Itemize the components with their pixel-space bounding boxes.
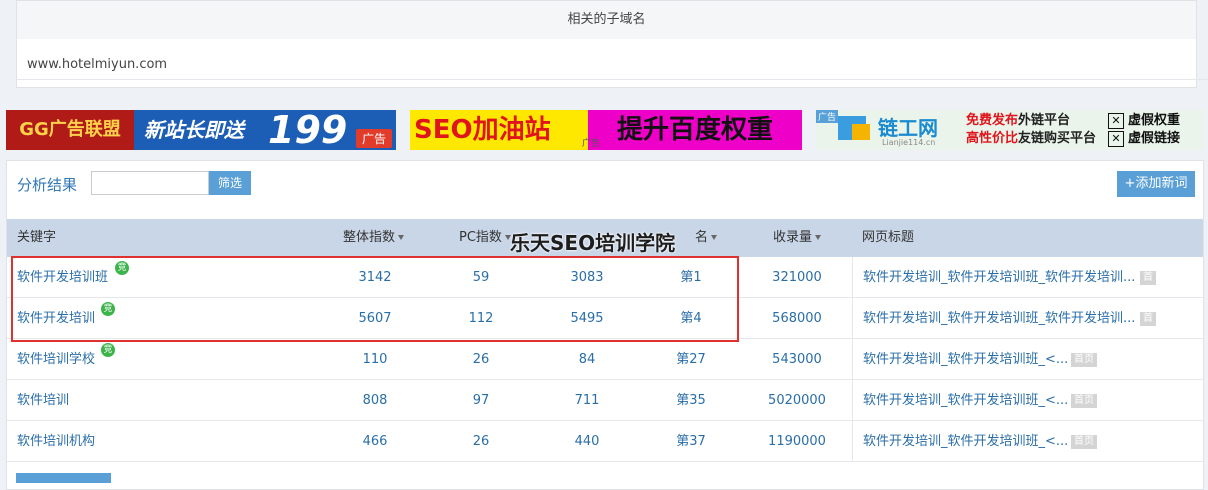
col-indexed-label: 收录量	[773, 230, 813, 245]
table-row: 软件培训机构 466 26 440 第37 1190000 软件开发培训_软件开…	[7, 421, 1203, 462]
col-pc-sort[interactable]: PC指数	[459, 219, 511, 257]
ad-x2: 虚假链接	[1128, 131, 1181, 146]
ad-tag: 广告	[355, 129, 392, 148]
watermark-text: 乐天SEO培训学院	[510, 231, 676, 255]
ad-brand: GG广告联盟	[6, 110, 134, 150]
ad-line1-red: 免费发布	[966, 113, 1019, 128]
add-keyword-button[interactable]: +添加新词	[1117, 171, 1195, 197]
indexed-count: 543000	[772, 352, 822, 367]
home-chip: 首页	[1071, 394, 1097, 408]
total-index: 110	[362, 352, 388, 367]
ad-line2-dark: 友链购买平台	[1018, 131, 1097, 146]
rank-link[interactable]: 第37	[643, 421, 739, 462]
page-title-link[interactable]: 软件开发培训_软件开发培训班_<...	[863, 339, 1068, 380]
column-divider	[852, 380, 853, 421]
filter-button[interactable]: 筛选	[209, 171, 251, 195]
ad-domain: Lianjie114.cn	[882, 138, 936, 147]
indexed-count: 1190000	[768, 434, 826, 449]
ad-strip: GG广告联盟 新站长即送 199 广告 SEO加油站 提升百度权重 广告 广告 …	[6, 110, 1204, 150]
ad-x1: 虚假权重	[1128, 113, 1181, 128]
column-divider	[852, 257, 853, 298]
page-title-link[interactable]: 软件开发培训_软件开发培训班_软件开发培训...	[863, 298, 1135, 339]
compete-badge-icon: 竞	[101, 343, 115, 357]
page-title-link[interactable]: 软件开发培训_软件开发培训班_<...	[863, 421, 1068, 462]
col-keyword: 关键字	[17, 230, 57, 245]
home-chip: 首页	[1071, 353, 1097, 367]
pc-index: 26	[472, 352, 490, 367]
rank-link[interactable]: 第27	[643, 339, 739, 380]
rank-link[interactable]: 第35	[643, 380, 739, 421]
indexed-count: 5020000	[768, 393, 826, 408]
pc-index: 97	[472, 393, 490, 408]
ad-banner-seo[interactable]: SEO加油站 提升百度权重 广告	[410, 110, 802, 150]
column-divider	[852, 298, 853, 339]
ad-x-list: ✕ 虚假权重 ✕ 虚假链接	[1108, 112, 1180, 148]
keyword-link[interactable]: 软件培训学校	[17, 339, 95, 380]
col-rank-label: 名	[695, 230, 709, 245]
ad-right-text: 提升百度权重	[588, 110, 802, 150]
column-divider	[852, 421, 853, 462]
total-index: 808	[362, 393, 388, 408]
mobile-index: 711	[574, 393, 600, 408]
ad-banner-gg[interactable]: GG广告联盟 新站长即送 199 广告	[6, 110, 396, 150]
ad-tag: 广告	[816, 110, 839, 123]
total-index: 466	[362, 434, 388, 449]
ad-small-tag: 广告	[582, 139, 601, 149]
table-row: 软件培训学校 竞 110 26 84 第27 543000 软件开发培训_软件开…	[7, 339, 1203, 380]
keyword-link[interactable]: 软件培训机构	[17, 421, 95, 462]
col-page-title: 网页标题	[862, 230, 915, 245]
filter-input[interactable]	[91, 171, 209, 195]
mobile-index: 84	[578, 352, 596, 367]
sort-caret-icon	[711, 235, 718, 240]
indexed-count: 321000	[772, 270, 822, 285]
subdomain-item[interactable]: www.hotelmiyun.com	[17, 39, 1208, 80]
lianjie-logo-accent-icon	[852, 124, 870, 140]
ad-text: 新站长即送	[144, 118, 244, 142]
col-indexed-sort[interactable]: 收录量	[773, 219, 822, 257]
ad-line1-dark: 外链平台	[1018, 113, 1071, 128]
col-pc-label: PC指数	[459, 230, 502, 245]
bottom-action-button[interactable]	[16, 473, 111, 483]
col-total-sort[interactable]: 整体指数	[343, 219, 405, 257]
ad-brand: 链工网	[878, 116, 938, 140]
ad-line2-red: 高性价比	[966, 131, 1019, 146]
page-title-link[interactable]: 软件开发培训_软件开发培训班_<...	[863, 380, 1068, 421]
ad-left-text: SEO加油站	[414, 115, 551, 145]
highlight-box	[11, 256, 739, 342]
home-chip: 首页	[1071, 435, 1097, 449]
x-box-icon: ✕	[1108, 131, 1124, 147]
table-row: 软件培训 808 97 711 第35 5020000 软件开发培训_软件开发培…	[7, 380, 1203, 421]
column-divider	[852, 339, 853, 380]
col-rank-sort[interactable]: 名	[695, 219, 718, 257]
col-total-label: 整体指数	[343, 230, 396, 245]
indexed-count: 568000	[772, 311, 822, 326]
home-chip: 首	[1140, 271, 1156, 285]
page-title-link[interactable]: 软件开发培训_软件开发培训班_软件开发培训...	[863, 257, 1135, 298]
ad-lines: 免费发布外链平台 高性价比友链购买平台	[966, 112, 1096, 148]
sort-caret-icon	[398, 235, 405, 240]
subdomain-header: 相关的子域名	[17, 1, 1196, 39]
subdomain-panel: 相关的子域名 www.hotelmiyun.com	[16, 0, 1208, 88]
sort-caret-icon	[815, 235, 822, 240]
home-chip: 首	[1140, 312, 1156, 326]
results-title: 分析结果	[17, 176, 78, 194]
keyword-link[interactable]: 软件培训	[17, 380, 69, 421]
pc-index: 26	[472, 434, 490, 449]
ad-number: 199	[268, 110, 348, 150]
x-box-icon: ✕	[1108, 113, 1124, 129]
mobile-index: 440	[574, 434, 600, 449]
ad-banner-lianjie[interactable]: 广告 链工网 Lianjie114.cn 免费发布外链平台 高性价比友链购买平台…	[816, 110, 1204, 150]
